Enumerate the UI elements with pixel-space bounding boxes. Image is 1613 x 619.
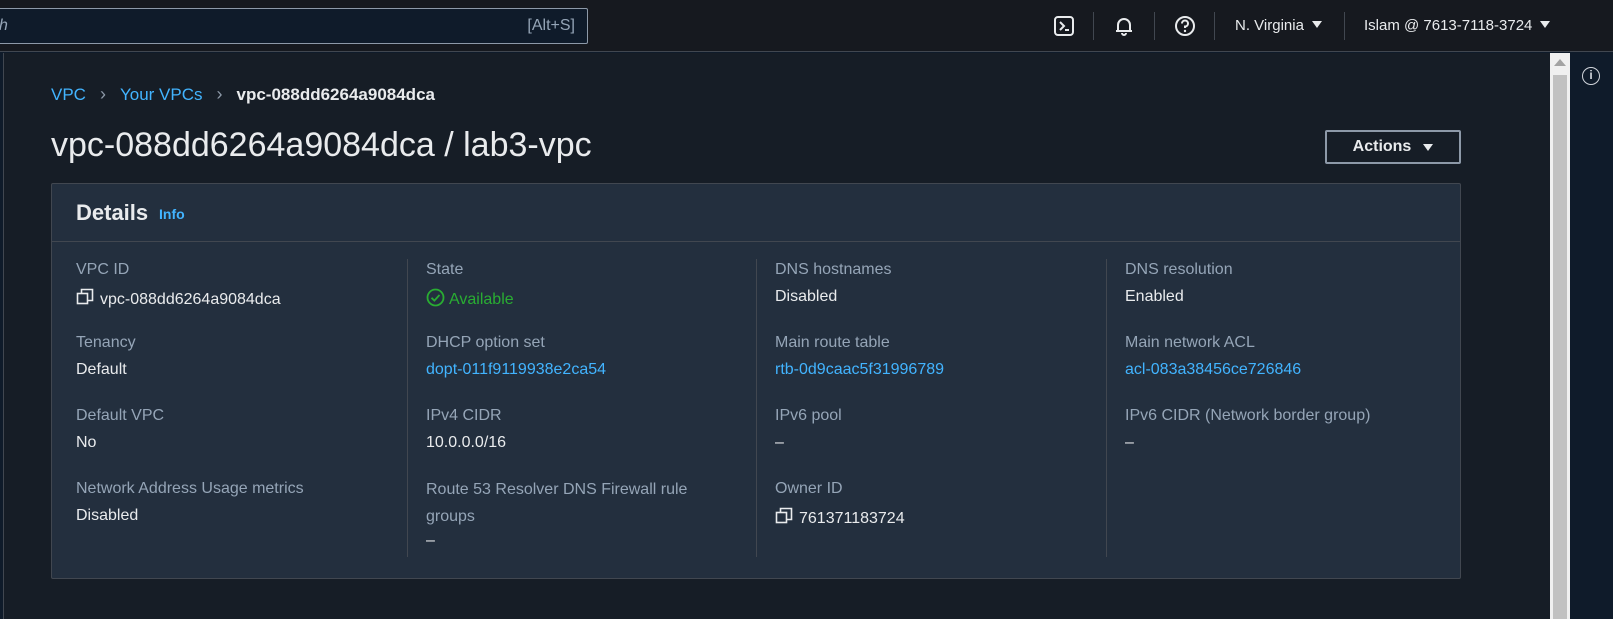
breadcrumb: VPC › Your VPCs › vpc-088dd6264a9084dca [51, 84, 435, 105]
ipv4-cidr-value: 10.0.0.0/16 [426, 434, 507, 451]
notifications-bell-icon[interactable] [1112, 14, 1136, 38]
column-divider [756, 259, 757, 557]
column-divider [1106, 259, 1107, 557]
top-navigation-bar: h [Alt+S] N. Virginia Islam @ 7613-7118-… [0, 0, 1613, 52]
chevron-right-icon: › [99, 84, 106, 104]
route53-value: – [426, 532, 435, 549]
right-tools-rail: i [1570, 53, 1613, 619]
ipv4-cidr-label: IPv4 CIDR [426, 407, 502, 424]
default-vpc-label: Default VPC [76, 407, 165, 424]
account-label: Islam @ 7613-7118-3724 [1364, 17, 1533, 34]
nau-metrics-label: Network Address Usage metrics [76, 480, 304, 497]
ipv6-pool-value: – [775, 434, 784, 451]
search-input-text: h [0, 17, 8, 35]
search-input[interactable]: h [Alt+S] [0, 8, 588, 44]
nav-divider [1344, 12, 1345, 40]
main-network-acl-label: Main network ACL [1125, 334, 1255, 351]
help-icon[interactable] [1173, 14, 1197, 38]
search-shortcut-hint: [Alt+S] [527, 17, 575, 34]
ipv6-cidr-value: – [1125, 434, 1134, 451]
actions-button-label: Actions [1352, 138, 1412, 155]
actions-button[interactable]: Actions [1325, 130, 1461, 164]
caret-down-icon [1540, 21, 1551, 28]
state-value: Available [426, 288, 514, 309]
dns-resolution-value: Enabled [1125, 288, 1184, 305]
breadcrumb-link-vpc[interactable]: VPC [51, 85, 86, 105]
scroll-up-arrow-icon[interactable] [1554, 59, 1566, 66]
dhcp-label: DHCP option set [426, 334, 545, 351]
ipv6-pool-label: IPv6 pool [775, 407, 842, 424]
region-label: N. Virginia [1235, 17, 1304, 34]
cloudshell-icon[interactable] [1052, 14, 1076, 38]
breadcrumb-link-your-vpcs[interactable]: Your VPCs [120, 85, 203, 105]
dns-hostnames-value: Disabled [775, 288, 838, 305]
nau-metrics-value: Disabled [76, 507, 139, 524]
vpc-id-value: vpc-088dd6264a9084dca [76, 288, 281, 309]
chevron-right-icon: › [216, 84, 223, 104]
dns-hostnames-label: DNS hostnames [775, 261, 892, 278]
vertical-scrollbar[interactable] [1550, 53, 1570, 619]
owner-id-text: 761371183724 [799, 510, 905, 527]
column-divider [407, 259, 408, 557]
info-panel-icon[interactable]: i [1582, 67, 1600, 85]
nav-divider [1154, 12, 1155, 40]
tenancy-value: Default [76, 361, 127, 378]
main-route-table-label: Main route table [775, 334, 890, 351]
state-label: State [426, 261, 464, 278]
check-circle-icon [426, 288, 445, 307]
details-panel: Details Info VPC ID vpc-088dd6264a9084dc… [51, 183, 1461, 579]
dns-resolution-label: DNS resolution [1125, 261, 1233, 278]
ipv6-cidr-label: IPv6 CIDR (Network border group) [1125, 407, 1371, 424]
vpc-id-label: VPC ID [76, 261, 130, 278]
details-header: Details Info [52, 184, 1460, 242]
details-title: Details [76, 200, 149, 225]
region-selector[interactable]: N. Virginia [1235, 17, 1322, 34]
vpc-id-text: vpc-088dd6264a9084dca [100, 291, 281, 308]
dhcp-link[interactable]: dopt-011f9119938e2ca54 [426, 361, 606, 379]
main-route-table-link[interactable]: rtb-0d9caac5f31996789 [775, 361, 944, 379]
page-title: vpc-088dd6264a9084dca / lab3-vpc [51, 126, 592, 164]
scrollbar-thumb[interactable] [1553, 75, 1567, 619]
account-menu[interactable]: Islam @ 7613-7118-3724 [1364, 17, 1551, 34]
caret-down-icon [1423, 143, 1434, 151]
route53-label: Route 53 Resolver DNS Firewall rule grou… [426, 481, 688, 525]
owner-id-label: Owner ID [775, 480, 843, 497]
state-text: Available [449, 291, 514, 308]
tenancy-label: Tenancy [76, 334, 136, 351]
main-network-acl-link[interactable]: acl-083a38456ce726846 [1125, 361, 1301, 379]
caret-down-icon [1311, 21, 1322, 28]
owner-id-value: 761371183724 [775, 507, 905, 528]
nav-divider [1214, 12, 1215, 40]
copy-icon[interactable] [76, 288, 94, 306]
breadcrumb-current: vpc-088dd6264a9084dca [236, 84, 435, 104]
nav-divider [1093, 12, 1094, 40]
default-vpc-value: No [76, 434, 97, 451]
copy-icon[interactable] [775, 507, 793, 525]
info-link[interactable]: Info [159, 206, 185, 222]
